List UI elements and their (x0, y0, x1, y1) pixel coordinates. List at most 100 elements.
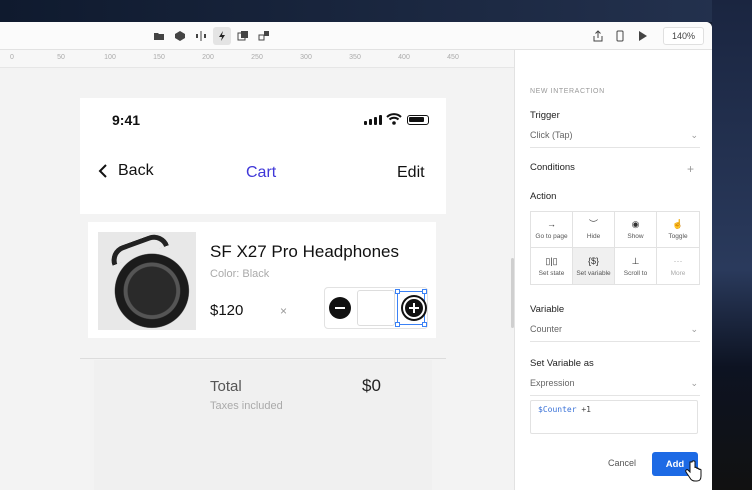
app-window: 140% 0 50 100 150 200 250 300 350 400 45… (0, 22, 712, 490)
component-icon[interactable] (171, 27, 189, 45)
zoom-level[interactable]: 140% (662, 27, 704, 45)
folder-icon[interactable] (150, 27, 168, 45)
set-variable-select[interactable]: Expression ⌄ (530, 378, 700, 396)
interaction-icon[interactable] (213, 27, 231, 45)
ruler-tick: 200 (202, 54, 214, 61)
desktop-wallpaper-right (712, 0, 752, 490)
product-color: Color: Black (210, 268, 270, 280)
ruler-tick: 300 (300, 54, 312, 61)
expression-operand: +1 (576, 405, 591, 414)
plus-icon[interactable] (403, 297, 425, 319)
action-label-text: Show (627, 233, 644, 240)
action-label-text: Set state (538, 269, 565, 277)
divider (80, 358, 446, 359)
action-label: Action (530, 191, 557, 202)
play-icon[interactable] (633, 27, 651, 45)
total-amount: $0 (362, 376, 381, 395)
taxes-note: Taxes included (210, 400, 283, 412)
product-name: SF X27 Pro Headphones (210, 242, 400, 261)
chevron-down-icon: ⌄ (690, 324, 698, 334)
expression-variable: $Counter (538, 405, 577, 414)
toolbar: 140% (0, 22, 712, 50)
battery-icon (407, 115, 429, 125)
eye-closed-icon: ︶ (588, 219, 598, 229)
action-show[interactable]: ◉ Show (615, 212, 657, 248)
ruler-tick: 250 (251, 54, 263, 61)
variable-select[interactable]: Counter ⌄ (530, 324, 700, 342)
multiply-sign: × (280, 304, 288, 318)
action-set-variable[interactable]: {$} Set variable (573, 248, 615, 284)
chevron-down-icon: ⌄ (690, 130, 698, 140)
ruler-tick: 50 (57, 54, 65, 61)
group-icon[interactable] (255, 27, 273, 45)
ruler-tick: 100 (104, 54, 116, 61)
panel-header: NEW INTERACTION (530, 88, 605, 95)
action-label-text: Scroll to (623, 269, 648, 277)
variable-label: Variable (530, 304, 565, 315)
interaction-panel: NEW INTERACTION Trigger Click (Tap) ⌄ Co… (514, 50, 712, 490)
nav-title: Cart (246, 164, 277, 181)
action-label-text: More (670, 269, 686, 277)
cancel-button[interactable]: Cancel (608, 458, 636, 468)
quantity-stepper (324, 287, 428, 329)
set-variable-value: Expression (530, 378, 575, 388)
more-icon: ··· (673, 255, 683, 266)
tap-icon: ☝ (672, 219, 684, 229)
status-time: 9:41 (112, 112, 141, 128)
variable-value: Counter (530, 324, 563, 334)
conditions-label: Conditions (530, 162, 575, 173)
action-scroll-to[interactable]: ⊥ Scroll to (615, 248, 657, 284)
product-price: $120 (210, 302, 244, 319)
total-label: Total (210, 378, 242, 395)
toolbar-right: 140% (589, 27, 704, 45)
ruler-tick: 400 (398, 54, 410, 61)
action-hide[interactable]: ︶ Hide (573, 212, 615, 248)
ruler-tick: 350 (349, 54, 361, 61)
back-button[interactable]: Back (98, 162, 154, 180)
product-card: SF X27 Pro Headphones Color: Black $120 … (88, 222, 436, 338)
trigger-label: Trigger (530, 110, 560, 121)
action-go-to-page[interactable]: → Go to page (531, 212, 573, 248)
share-icon[interactable] (589, 27, 607, 45)
state-icon: ▯|▯ (545, 255, 558, 266)
action-label-text: Hide (586, 233, 601, 240)
chevron-left-icon (98, 164, 107, 178)
product-image (98, 230, 196, 330)
status-bar: 9:41 (80, 98, 446, 142)
toolbar-tools (150, 27, 273, 45)
trigger-select[interactable]: Click (Tap) ⌄ (530, 130, 700, 148)
add-condition-icon[interactable]: + (687, 162, 694, 176)
action-grid: → Go to page ︶ Hide ◉ Show ☝ Toggle ▯|▯ … (530, 211, 700, 285)
hand-cursor-icon (685, 460, 702, 482)
edit-button[interactable]: Edit (397, 164, 425, 182)
summary-section (94, 360, 432, 490)
action-set-state[interactable]: ▯|▯ Set state (531, 248, 573, 284)
quantity-input[interactable] (357, 290, 395, 326)
eye-icon: ◉ (631, 219, 640, 229)
chevron-down-icon: ⌄ (690, 378, 698, 388)
trigger-value: Click (Tap) (530, 130, 573, 140)
desktop-wallpaper-top (0, 0, 752, 22)
set-variable-label: Set Variable as (530, 358, 594, 369)
layers-icon[interactable] (234, 27, 252, 45)
action-label-text: Go to page (535, 233, 568, 240)
signal-icon (364, 115, 382, 125)
action-label-text: Toggle (668, 233, 688, 240)
variable-icon: {$} (587, 255, 600, 266)
ruler-tick: 0 (10, 54, 14, 61)
action-toggle[interactable]: ☝ Toggle (657, 212, 699, 248)
distribute-icon[interactable] (192, 27, 210, 45)
wifi-icon (386, 113, 402, 125)
minus-icon[interactable] (329, 297, 351, 319)
ruler-tick: 150 (153, 54, 165, 61)
back-label: Back (118, 162, 154, 179)
scroll-icon: ⊥ (631, 255, 640, 266)
device-preview-icon[interactable] (611, 27, 629, 45)
expression-editor[interactable]: $Counter +1 (530, 400, 698, 434)
nav-bar: Back Cart Edit (80, 142, 446, 214)
phone-frame[interactable]: 9:41 Back Cart Edit SF X27 Pro Headphone… (80, 98, 446, 490)
horizontal-ruler: 0 50 100 150 200 250 300 350 400 450 (0, 50, 514, 68)
action-label-text: Set variable (576, 269, 611, 277)
design-canvas[interactable]: 9:41 Back Cart Edit SF X27 Pro Headphone… (0, 68, 514, 490)
action-more[interactable]: ··· More (657, 248, 699, 284)
